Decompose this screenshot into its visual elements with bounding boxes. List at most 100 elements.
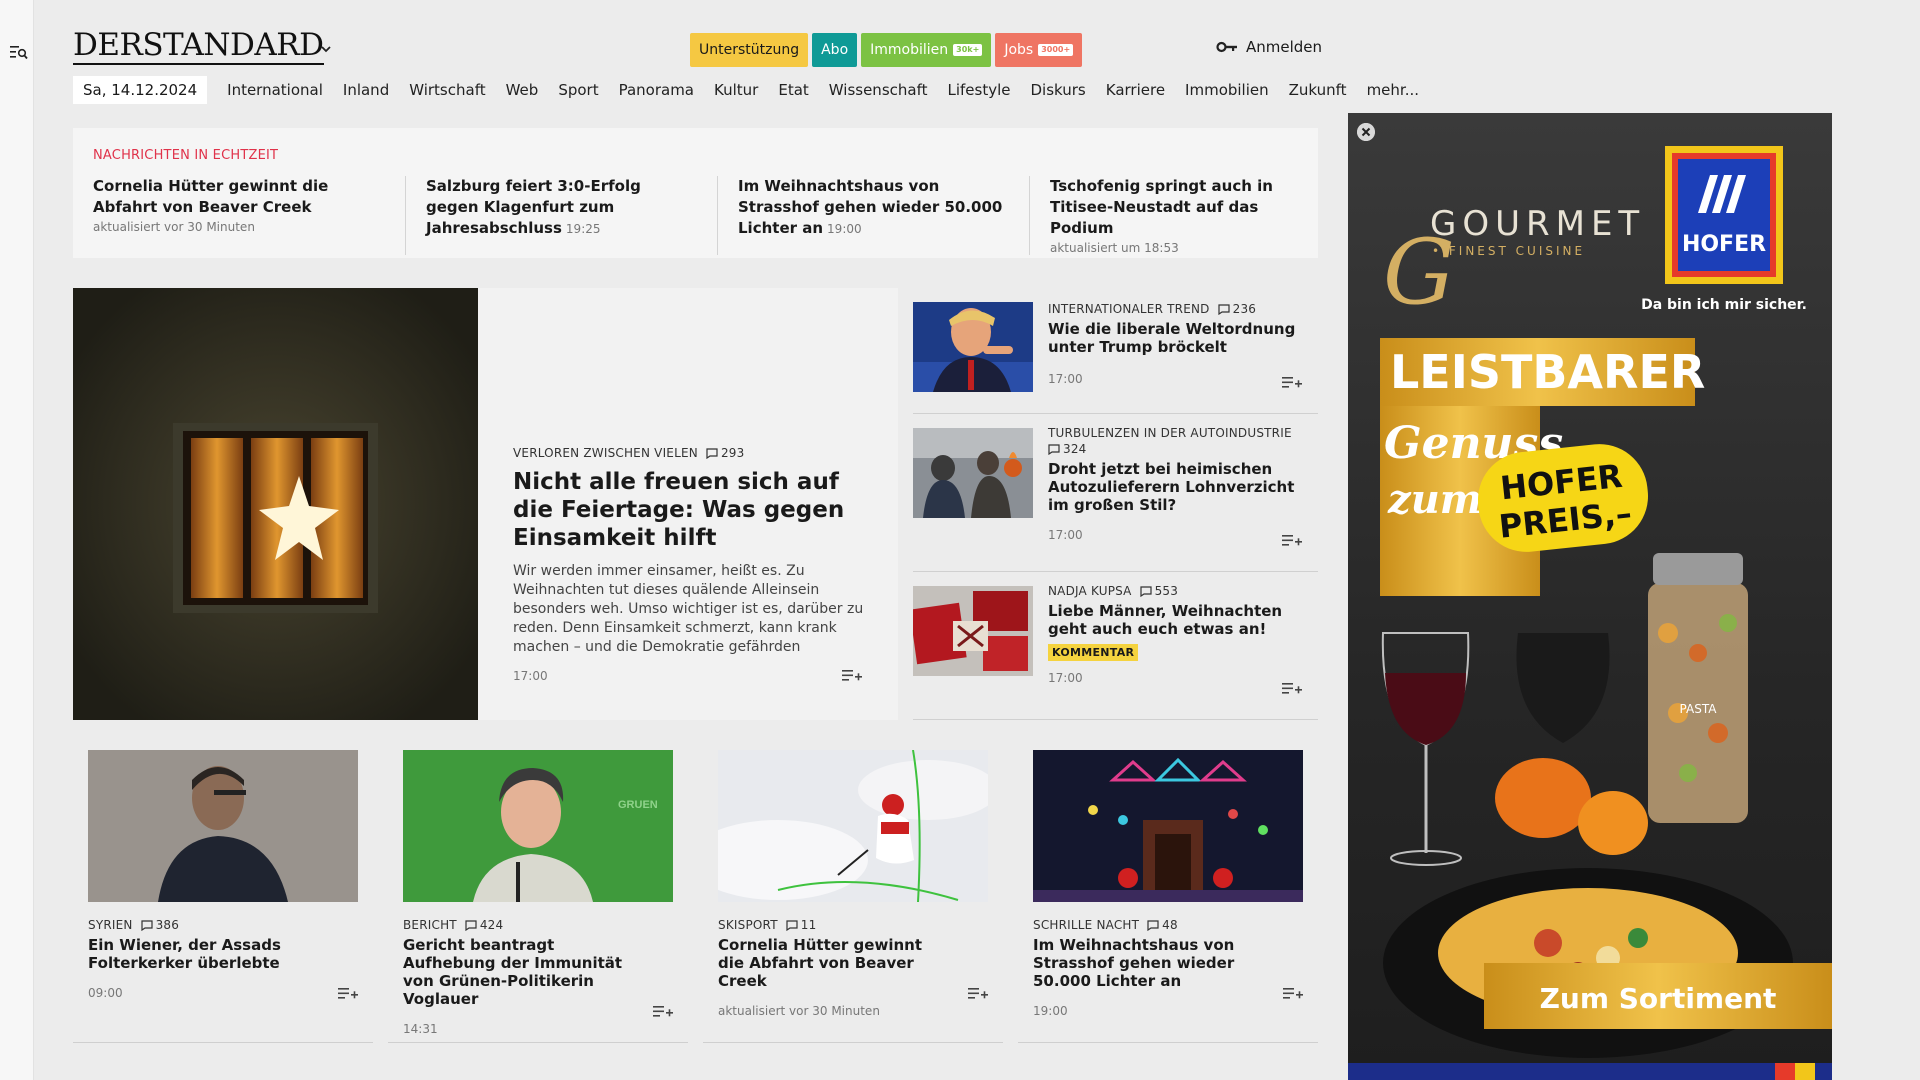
nav-item-sport[interactable]: Sport — [548, 76, 608, 104]
article-card-kicker: SCHRILLE NACHT — [1033, 918, 1140, 932]
article-card[interactable]: GRUEN BERICHT 424 Gericht beantragt Aufh… — [388, 737, 688, 1043]
ad-cta[interactable]: Zum Sortiment — [1540, 982, 1777, 1015]
nav-item-web[interactable]: Web — [496, 76, 549, 104]
ticker-item-title: Tschofenig springt auch in Titisee-Neust… — [1050, 177, 1273, 237]
article-card-comments: 48 — [1162, 918, 1178, 932]
nav-item-inland[interactable]: Inland — [333, 76, 399, 104]
side-article-title[interactable]: Liebe Männer, Weihnachten geht auch euch… — [1048, 602, 1308, 638]
add-to-list-icon[interactable] — [338, 985, 358, 1001]
article-card-time: aktualisiert vor 30 Minuten — [718, 1004, 880, 1018]
nav-item-lifestyle[interactable]: Lifestyle — [937, 76, 1020, 104]
side-article[interactable]: INTERNATIONALER TREND 236 Wie die libera… — [913, 288, 1318, 414]
commentary-tag: KOMMENTAR — [1048, 644, 1139, 661]
advertisement-banner[interactable]: G GOURMET • FINEST CUISINE HOFER Da bin … — [1348, 113, 1832, 1080]
add-to-list-icon[interactable] — [968, 985, 988, 1001]
login-label: Anmelden — [1246, 38, 1323, 56]
side-article[interactable]: NADJA KUPSA 553 Liebe Männer, Weihnachte… — [913, 572, 1318, 720]
article-card-comment-count[interactable]: 11 — [786, 918, 817, 932]
article-card-title[interactable]: Ein Wiener, der Assads Folterkerker über… — [88, 936, 318, 972]
nav-item-wissenschaft[interactable]: Wissenschaft — [819, 76, 938, 104]
subscription-button[interactable]: Abo — [812, 33, 858, 67]
article-card[interactable]: SCHRILLE NACHT 48 Im Weihnachtshaus von … — [1018, 737, 1318, 1043]
article-card-title[interactable]: Im Weihnachtshaus von Strasshof gehen wi… — [1033, 936, 1263, 990]
ticker-item[interactable]: Cornelia Hütter gewinnt die Abfahrt von … — [93, 176, 405, 255]
ticker-item[interactable]: Tschofenig springt auch in Titisee-Neust… — [1029, 176, 1341, 255]
comment-icon — [465, 919, 477, 931]
real-estate-count-badge: 30k+ — [953, 44, 983, 56]
nav-item-karriere[interactable]: Karriere — [1096, 76, 1175, 104]
real-estate-label: Immobilien — [870, 42, 949, 58]
nav-item-diskurs[interactable]: Diskurs — [1021, 76, 1096, 104]
side-article-image — [913, 428, 1033, 518]
nav-item-more[interactable]: mehr... — [1357, 76, 1429, 104]
side-article-time: 17:00 — [1048, 528, 1083, 542]
side-article-comment-count[interactable]: 553 — [1139, 584, 1179, 598]
support-button[interactable]: Unterstützung — [690, 33, 809, 67]
jobs-count-badge: 3000+ — [1038, 44, 1074, 56]
hero-comment-count[interactable]: 293 — [706, 446, 745, 460]
jobs-button[interactable]: Jobs 3000+ — [995, 33, 1083, 67]
side-article-image — [913, 302, 1033, 392]
login-button[interactable]: Anmelden — [1216, 38, 1322, 56]
nav-item-etat[interactable]: Etat — [768, 76, 818, 104]
nav-item-panorama[interactable]: Panorama — [609, 76, 704, 104]
ticker-item-title: Im Weihnachtshaus von Strasshof gehen wi… — [738, 177, 1003, 237]
article-card-comment-count[interactable]: 424 — [465, 918, 504, 932]
hero-title[interactable]: Nicht alle freuen sich auf die Feiertage… — [513, 468, 868, 552]
article-card[interactable]: SKISPORT 11 Cornelia Hütter gewinnt die … — [703, 737, 1003, 1043]
side-article-comment-count[interactable]: 236 — [1218, 302, 1257, 316]
hero-kicker: VERLOREN ZWISCHEN VIELEN — [513, 446, 698, 460]
hero-time: 17:00 — [513, 669, 548, 683]
side-article-kicker: NADJA KUPSA — [1048, 584, 1132, 598]
article-card-kicker: SKISPORT — [718, 918, 778, 932]
article-card-time: 14:31 — [403, 1022, 438, 1036]
side-article-comment-count[interactable]: 324 — [1048, 442, 1087, 456]
side-article-time: 17:00 — [1048, 671, 1083, 685]
nav-item-immobilien[interactable]: Immobilien — [1175, 76, 1279, 104]
nav-item-zukunft[interactable]: Zukunft — [1279, 76, 1357, 104]
side-article[interactable]: TURBULENZEN IN DER AUTOINDUSTRIE 324 Dro… — [913, 414, 1318, 572]
article-card-title[interactable]: Cornelia Hütter gewinnt die Abfahrt von … — [718, 936, 948, 990]
ad-close-icon[interactable] — [1357, 123, 1375, 141]
comment-icon — [1218, 303, 1230, 315]
add-to-list-icon[interactable] — [653, 1003, 673, 1019]
article-card[interactable]: SYRIEN 386 Ein Wiener, der Assads Folter… — [73, 737, 373, 1043]
side-article-kicker: TURBULENZEN IN DER AUTOINDUSTRIE — [1048, 426, 1292, 440]
chevron-down-icon[interactable] — [320, 44, 332, 54]
nav-item-kultur[interactable]: Kultur — [704, 76, 768, 104]
add-to-list-icon[interactable] — [1282, 374, 1302, 390]
side-article-comments: 553 — [1154, 584, 1179, 598]
article-card-time: 09:00 — [88, 986, 123, 1000]
header-pills: Unterstützung Abo Immobilien 30k+ Jobs 3… — [690, 33, 1083, 67]
ticker-heading: NACHRICHTEN IN ECHTZEIT — [93, 148, 279, 163]
add-to-list-icon[interactable] — [1282, 532, 1302, 548]
article-card-comment-count[interactable]: 48 — [1147, 918, 1178, 932]
ticker-item-meta: aktualisiert vor 30 Minuten — [93, 220, 255, 234]
nav-item-wirtschaft[interactable]: Wirtschaft — [399, 76, 495, 104]
side-article-list: INTERNATIONALER TREND 236 Wie die libera… — [913, 288, 1318, 720]
ticker-item[interactable]: Salzburg feiert 3:0-Erfolg gegen Klagenf… — [405, 176, 717, 255]
side-article-time: 17:00 — [1048, 372, 1083, 386]
nav-item-international[interactable]: International — [217, 76, 333, 104]
article-card-image — [88, 750, 358, 902]
live-news-ticker: NACHRICHTEN IN ECHTZEIT Cornelia Hütter … — [73, 128, 1318, 258]
article-card-title[interactable]: Gericht beantragt Aufhebung der Immunitä… — [403, 936, 633, 1008]
article-card-image — [1033, 750, 1303, 902]
comment-icon — [786, 919, 798, 931]
site-logo[interactable]: DERSTANDARD — [73, 28, 324, 65]
ad-brand-line2: • FINEST CUISINE — [1432, 244, 1585, 258]
article-card-comment-count[interactable]: 386 — [140, 918, 180, 932]
add-to-list-icon[interactable] — [1282, 680, 1302, 696]
ticker-item[interactable]: Im Weihnachtshaus von Strasshof gehen wi… — [717, 176, 1029, 255]
real-estate-button[interactable]: Immobilien 30k+ — [861, 33, 992, 67]
article-card-row: SYRIEN 386 Ein Wiener, der Assads Folter… — [73, 737, 1318, 1043]
hero-article[interactable]: VERLOREN ZWISCHEN VIELEN 293 Nicht alle … — [73, 288, 898, 720]
ticker-item-time: 19:25 — [565, 222, 601, 236]
add-to-list-icon[interactable] — [842, 667, 862, 683]
menu-search-icon[interactable] — [10, 44, 28, 60]
add-to-list-icon[interactable] — [1283, 985, 1303, 1001]
ticker-item-time: 19:00 — [827, 222, 862, 236]
side-article-title[interactable]: Wie die liberale Weltordnung unter Trump… — [1048, 320, 1308, 356]
side-article-title[interactable]: Droht jetzt bei heimischen Autozuliefere… — [1048, 460, 1308, 514]
article-card-kicker: SYRIEN — [88, 918, 133, 932]
